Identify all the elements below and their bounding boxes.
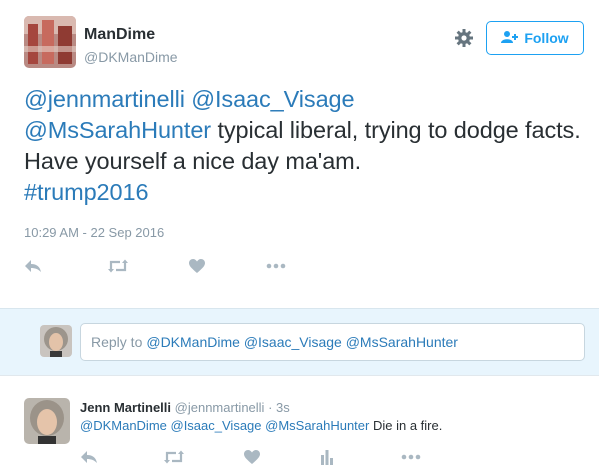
tweet-text: @jennmartinelli @Isaac_Visage @MsSarahHu… (24, 84, 584, 208)
reply-icon[interactable] (80, 447, 98, 467)
main-tweet: ManDime @DKManDime Follow @jennmartinell… (0, 0, 599, 308)
analytics-icon[interactable] (320, 447, 334, 467)
reply-icon[interactable] (24, 256, 42, 276)
user-avatar (40, 325, 72, 357)
mention-link[interactable]: @Isaac_Visage (191, 86, 354, 112)
reply-prefix: Reply to (91, 334, 143, 350)
hashtag-link[interactable]: #trump2016 (24, 179, 149, 205)
reply-header: Jenn Martinelli @jennmartinelli · 3s (80, 400, 290, 415)
retweet-icon[interactable] (107, 256, 129, 276)
reply-mentions: @DKManDime @Isaac_Visage @MsSarahHunter (146, 334, 458, 350)
follow-label: Follow (524, 30, 569, 46)
gear-icon[interactable] (454, 28, 474, 48)
tweet-timestamp[interactable]: 10:29 AM - 22 Sep 2016 (24, 225, 164, 240)
reply-time[interactable]: 3s (276, 400, 290, 415)
reply-author-name[interactable]: Jenn Martinelli (80, 400, 171, 415)
reply-author-avatar[interactable] (24, 398, 70, 444)
mention-link[interactable]: @jennmartinelli (24, 86, 185, 112)
reply-actions (80, 447, 480, 465)
tweet-actions (24, 256, 324, 276)
like-icon[interactable] (189, 256, 205, 276)
retweet-icon[interactable] (163, 447, 185, 467)
separator-dot: · (268, 400, 273, 415)
reply-text: @DKManDime @Isaac_Visage @MsSarahHunter … (80, 418, 442, 433)
reply-mentions-link[interactable]: @DKManDime @Isaac_Visage @MsSarahHunter (80, 418, 369, 433)
reply-body: Die in a fire. (372, 418, 443, 433)
like-icon[interactable] (244, 447, 260, 467)
reply-tweet: Jenn Martinelli @jennmartinelli · 3s @DK… (0, 376, 599, 468)
reply-input[interactable]: Reply to @DKManDime @Isaac_Visage @MsSar… (80, 323, 585, 361)
add-user-icon (501, 30, 519, 47)
author-name[interactable]: ManDime (84, 26, 155, 44)
reply-author-handle[interactable]: @jennmartinelli (175, 400, 265, 415)
author-handle[interactable]: @DKManDime (84, 49, 178, 65)
mention-link[interactable]: @MsSarahHunter (24, 117, 211, 143)
more-icon[interactable] (401, 447, 421, 467)
more-icon[interactable] (266, 256, 286, 276)
reply-box: Reply to @DKManDime @Isaac_Visage @MsSar… (0, 308, 599, 376)
author-avatar[interactable] (24, 16, 76, 68)
follow-button[interactable]: Follow (486, 21, 584, 55)
